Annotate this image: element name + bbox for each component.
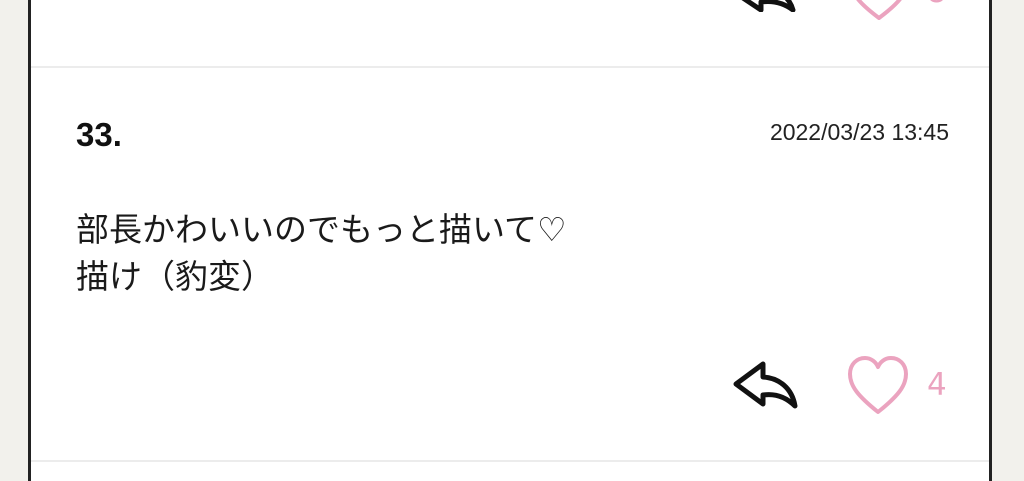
post-body: 部長かわいいのでもっと描いて♡ 描け（豹変）: [76, 206, 876, 300]
post-timestamp: 2022/03/23 13:45: [769, 119, 949, 145]
post-body-line: 描け（豹変）: [76, 257, 274, 296]
like-button[interactable]: [846, 352, 910, 418]
post-number: 33.: [76, 116, 122, 153]
heart-icon: [848, 356, 908, 414]
post-divider-top: [31, 66, 989, 68]
previous-like-count: 8: [927, 0, 946, 8]
reply-button[interactable]: [731, 358, 801, 412]
previous-like-button[interactable]: [849, 0, 909, 22]
reply-arrow-icon: [741, 0, 796, 12]
like-count: 4: [927, 367, 947, 403]
previous-reply-button[interactable]: [731, 0, 799, 12]
post-body-line: 部長かわいいのでもっと描いて♡: [76, 210, 567, 249]
comment-panel: 8 33. 2022/03/23 13:45 部長かわいいのでもっと描いて♡ 描…: [28, 0, 992, 481]
heart-icon: [856, 0, 902, 20]
reply-arrow-icon: [733, 361, 798, 409]
post-actions: 4: [731, 352, 971, 422]
post-divider-bottom: [31, 460, 989, 462]
